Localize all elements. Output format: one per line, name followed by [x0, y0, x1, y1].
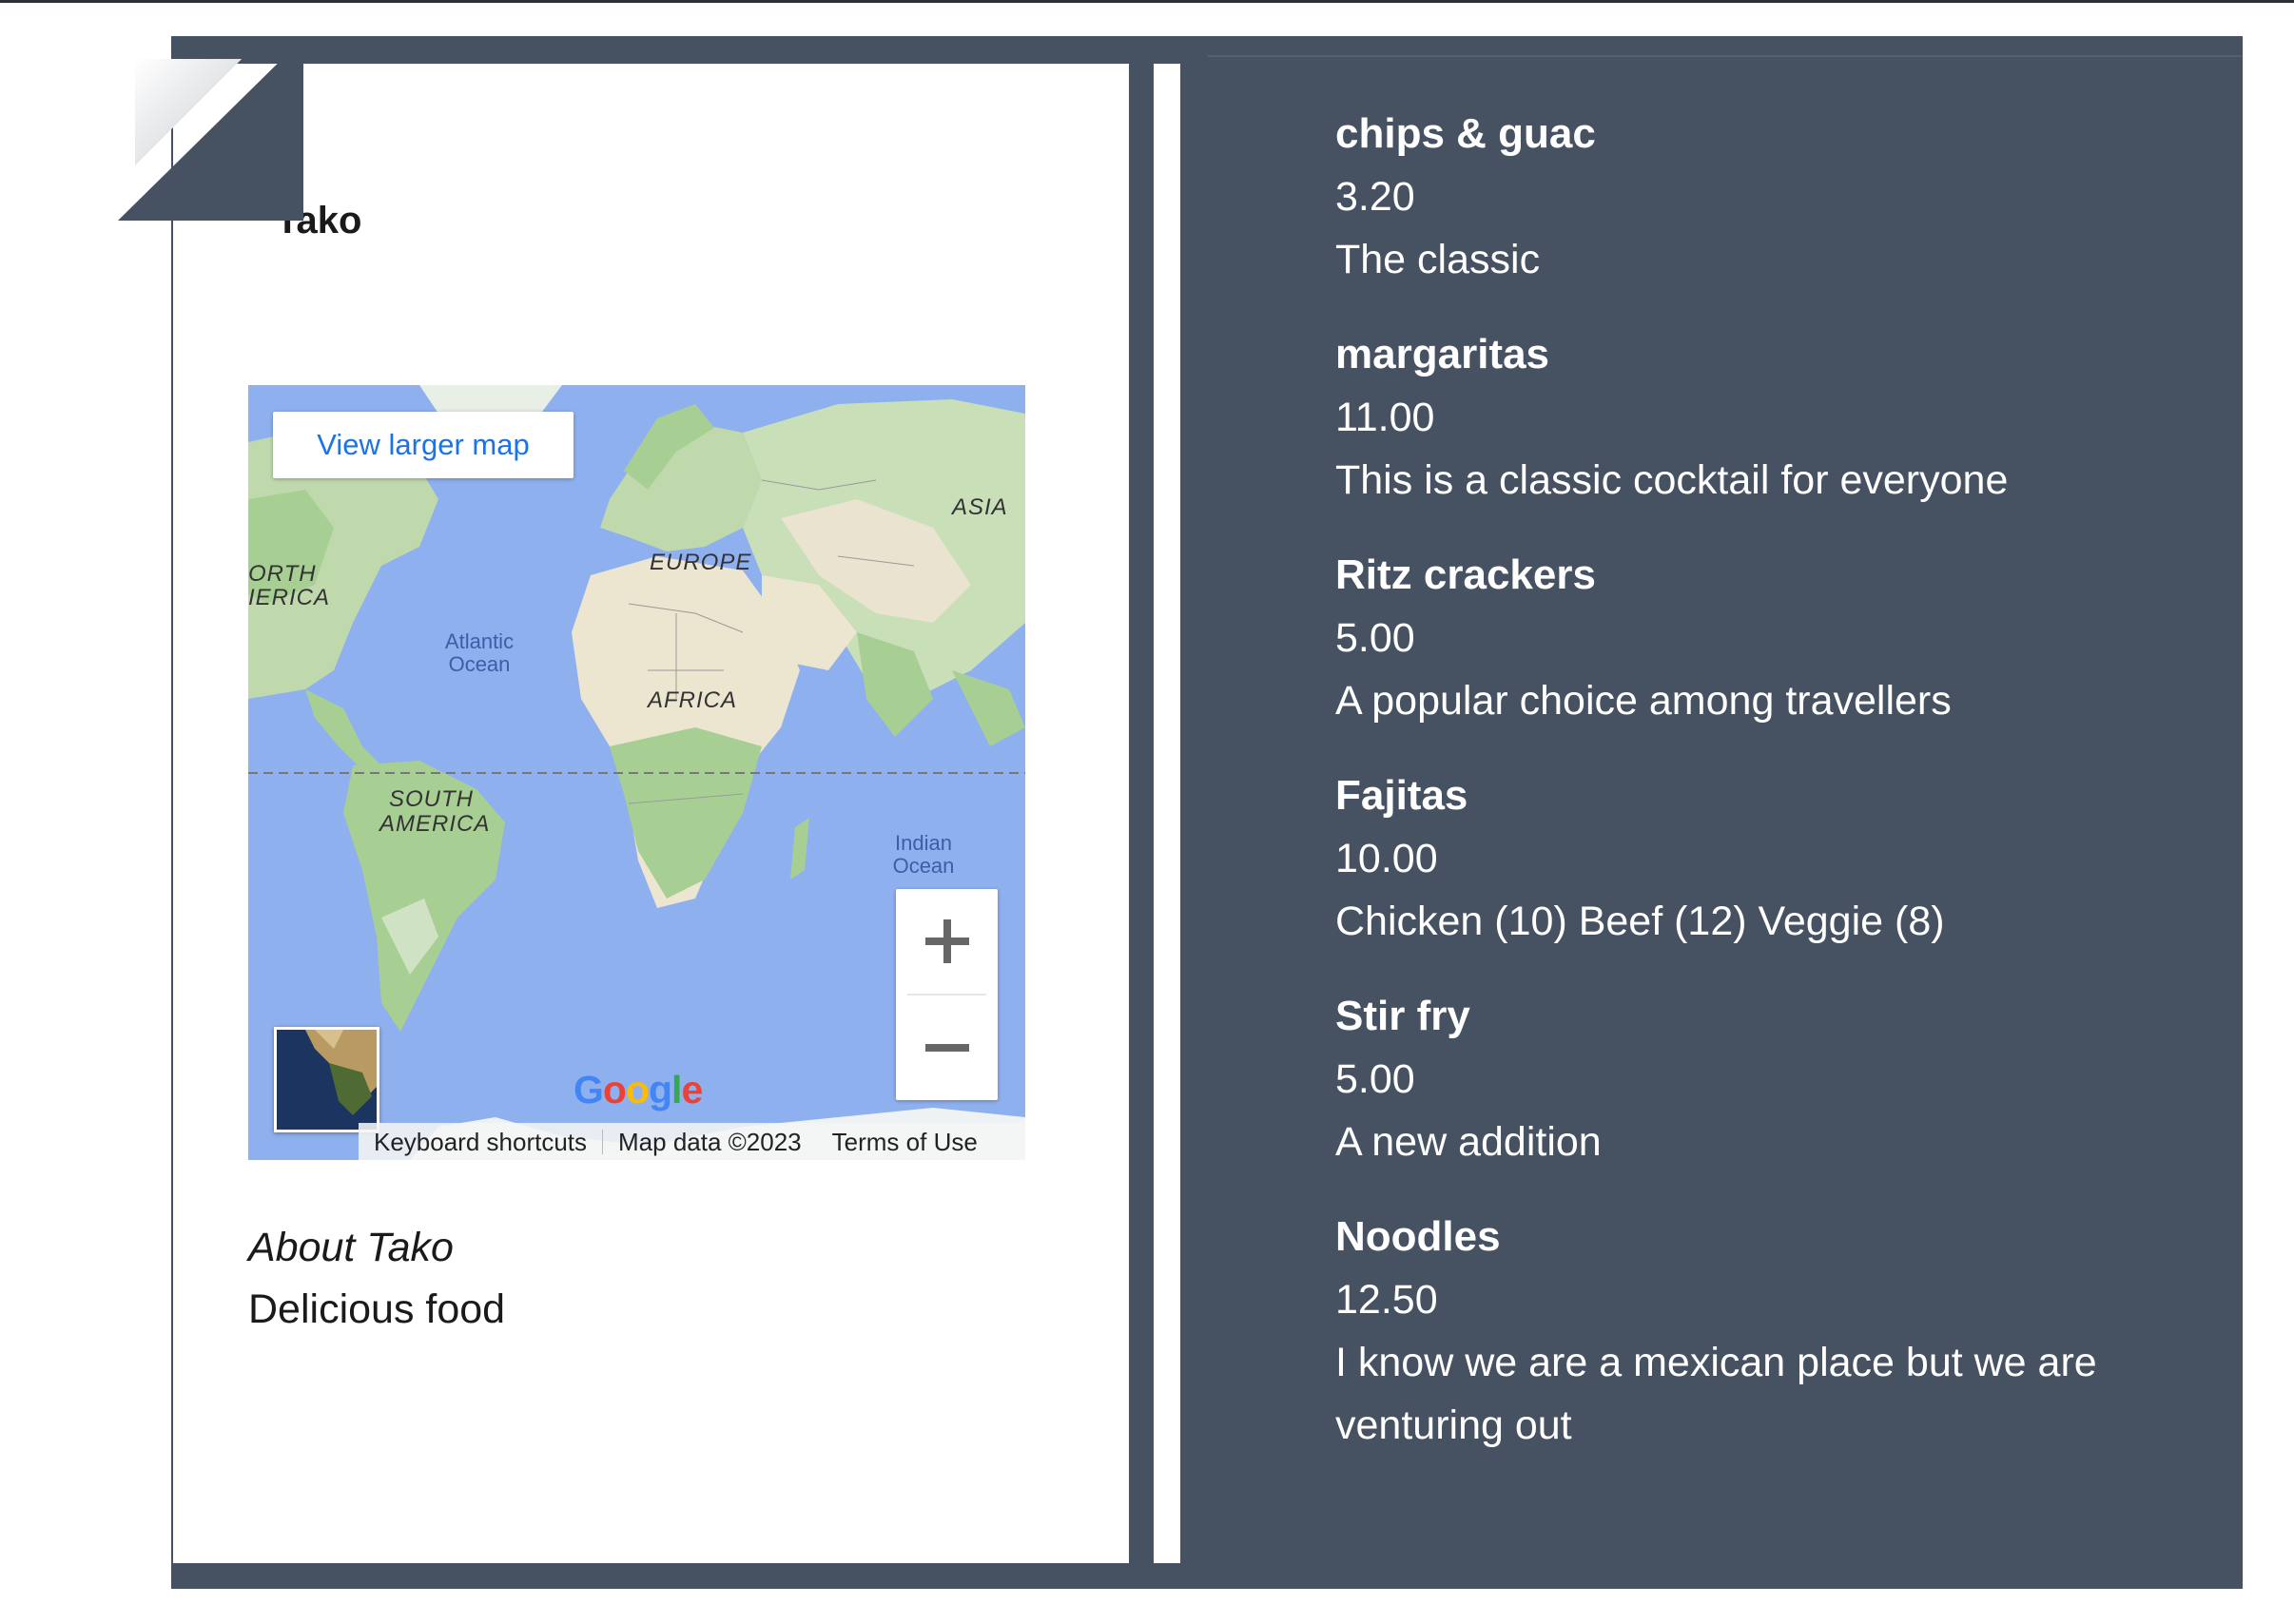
map-label-europe: EUROPE — [650, 550, 752, 575]
page-curl-icon[interactable] — [118, 38, 303, 221]
map-label-north-america-2: IERICA — [248, 585, 331, 610]
satellite-layer-toggle[interactable] — [274, 1027, 379, 1132]
menu-item-name: Ritz crackers — [1335, 551, 1596, 598]
map-label-indian-ocean: Indian Ocean — [885, 832, 962, 878]
menu-item-name: chips & guac — [1335, 110, 1596, 157]
terms-of-use-link[interactable]: Terms of Use — [817, 1128, 993, 1157]
zoom-control — [896, 889, 998, 1100]
menu-item-description: The classic — [1335, 237, 1541, 282]
menu-item-price: 3.20 — [1335, 174, 1415, 220]
menu-item: Stir fry 5.00 A new addition — [1335, 985, 2191, 1173]
map-label-atlantic-2: Ocean — [448, 652, 511, 676]
map-label-atlantic-1: Atlantic — [444, 629, 515, 653]
menu-item: margaritas 11.00 This is a classic cockt… — [1335, 323, 2191, 512]
embedded-map[interactable]: ASIA EUROPE ORTH IERICA Atlantic Ocean A… — [248, 385, 1025, 1160]
menu-item-price: 5.00 — [1335, 1056, 1415, 1102]
menu-top-line — [1208, 55, 2242, 57]
menu-item-price: 5.00 — [1335, 615, 1415, 661]
menu-item-description: A new addition — [1335, 1119, 1602, 1165]
menu-item-name: margaritas — [1335, 331, 1550, 377]
menu-item: Noodles 12.50 I know we are a mexican pl… — [1335, 1206, 2191, 1457]
google-logo: Google — [574, 1068, 703, 1112]
map-data-text: Map data ©2023 — [618, 1127, 802, 1156]
zoom-in-button[interactable] — [896, 889, 998, 994]
about-text: Delicious food — [248, 1286, 506, 1332]
menu-item: Fajitas 10.00 Chicken (10) Beef (12) Veg… — [1335, 764, 2191, 953]
map-label-indian-2: Ocean — [892, 854, 955, 878]
menu-item-name: Noodles — [1335, 1213, 1501, 1260]
menu-item-name: Fajitas — [1335, 772, 1468, 819]
map-label-asia: ASIA — [952, 494, 1008, 520]
zoom-out-button[interactable] — [896, 996, 998, 1100]
menu-item-name: Stir fry — [1335, 993, 1470, 1039]
menu-item-description: A popular choice among travellers — [1335, 678, 1952, 724]
menu-list: chips & guac 3.20 The classic margaritas… — [1335, 103, 2191, 1489]
menu-item-description: I know we are a mexican place but we are… — [1335, 1340, 2097, 1448]
column-divider — [1154, 64, 1180, 1563]
menu-item-description: This is a classic cocktail for everyone — [1335, 457, 2009, 503]
map-label-south-america-2: AMERICA — [379, 811, 491, 837]
map-label-north-america-1: ORTH — [248, 561, 317, 587]
view-larger-map-link[interactable]: View larger map — [273, 412, 574, 478]
plus-icon — [924, 919, 969, 963]
map-label-south-america-1: SOUTH — [389, 786, 474, 812]
about-title: About Tako — [248, 1225, 454, 1270]
menu-item-price: 12.50 — [1335, 1277, 1438, 1323]
satellite-thumbnail-icon — [277, 1030, 377, 1130]
menu-item: chips & guac 3.20 The classic — [1335, 103, 2191, 291]
minus-icon — [924, 1044, 969, 1052]
top-rule — [0, 0, 2294, 3]
map-attribution-bar: Keyboard shortcuts Map data ©2023 Terms … — [359, 1123, 1025, 1160]
menu-item-description: Chicken (10) Beef (12) Veggie (8) — [1335, 899, 1945, 944]
map-label-indian-1: Indian — [895, 831, 952, 855]
map-label-africa: AFRICA — [648, 687, 738, 713]
menu-item-price: 10.00 — [1335, 836, 1438, 881]
map-label-atlantic: Atlantic Ocean — [437, 630, 522, 676]
menu-item: Ritz crackers 5.00 A popular choice amon… — [1335, 544, 2191, 732]
menu-item-price: 11.00 — [1335, 395, 1435, 440]
keyboard-shortcuts-link[interactable]: Keyboard shortcuts — [359, 1128, 602, 1157]
